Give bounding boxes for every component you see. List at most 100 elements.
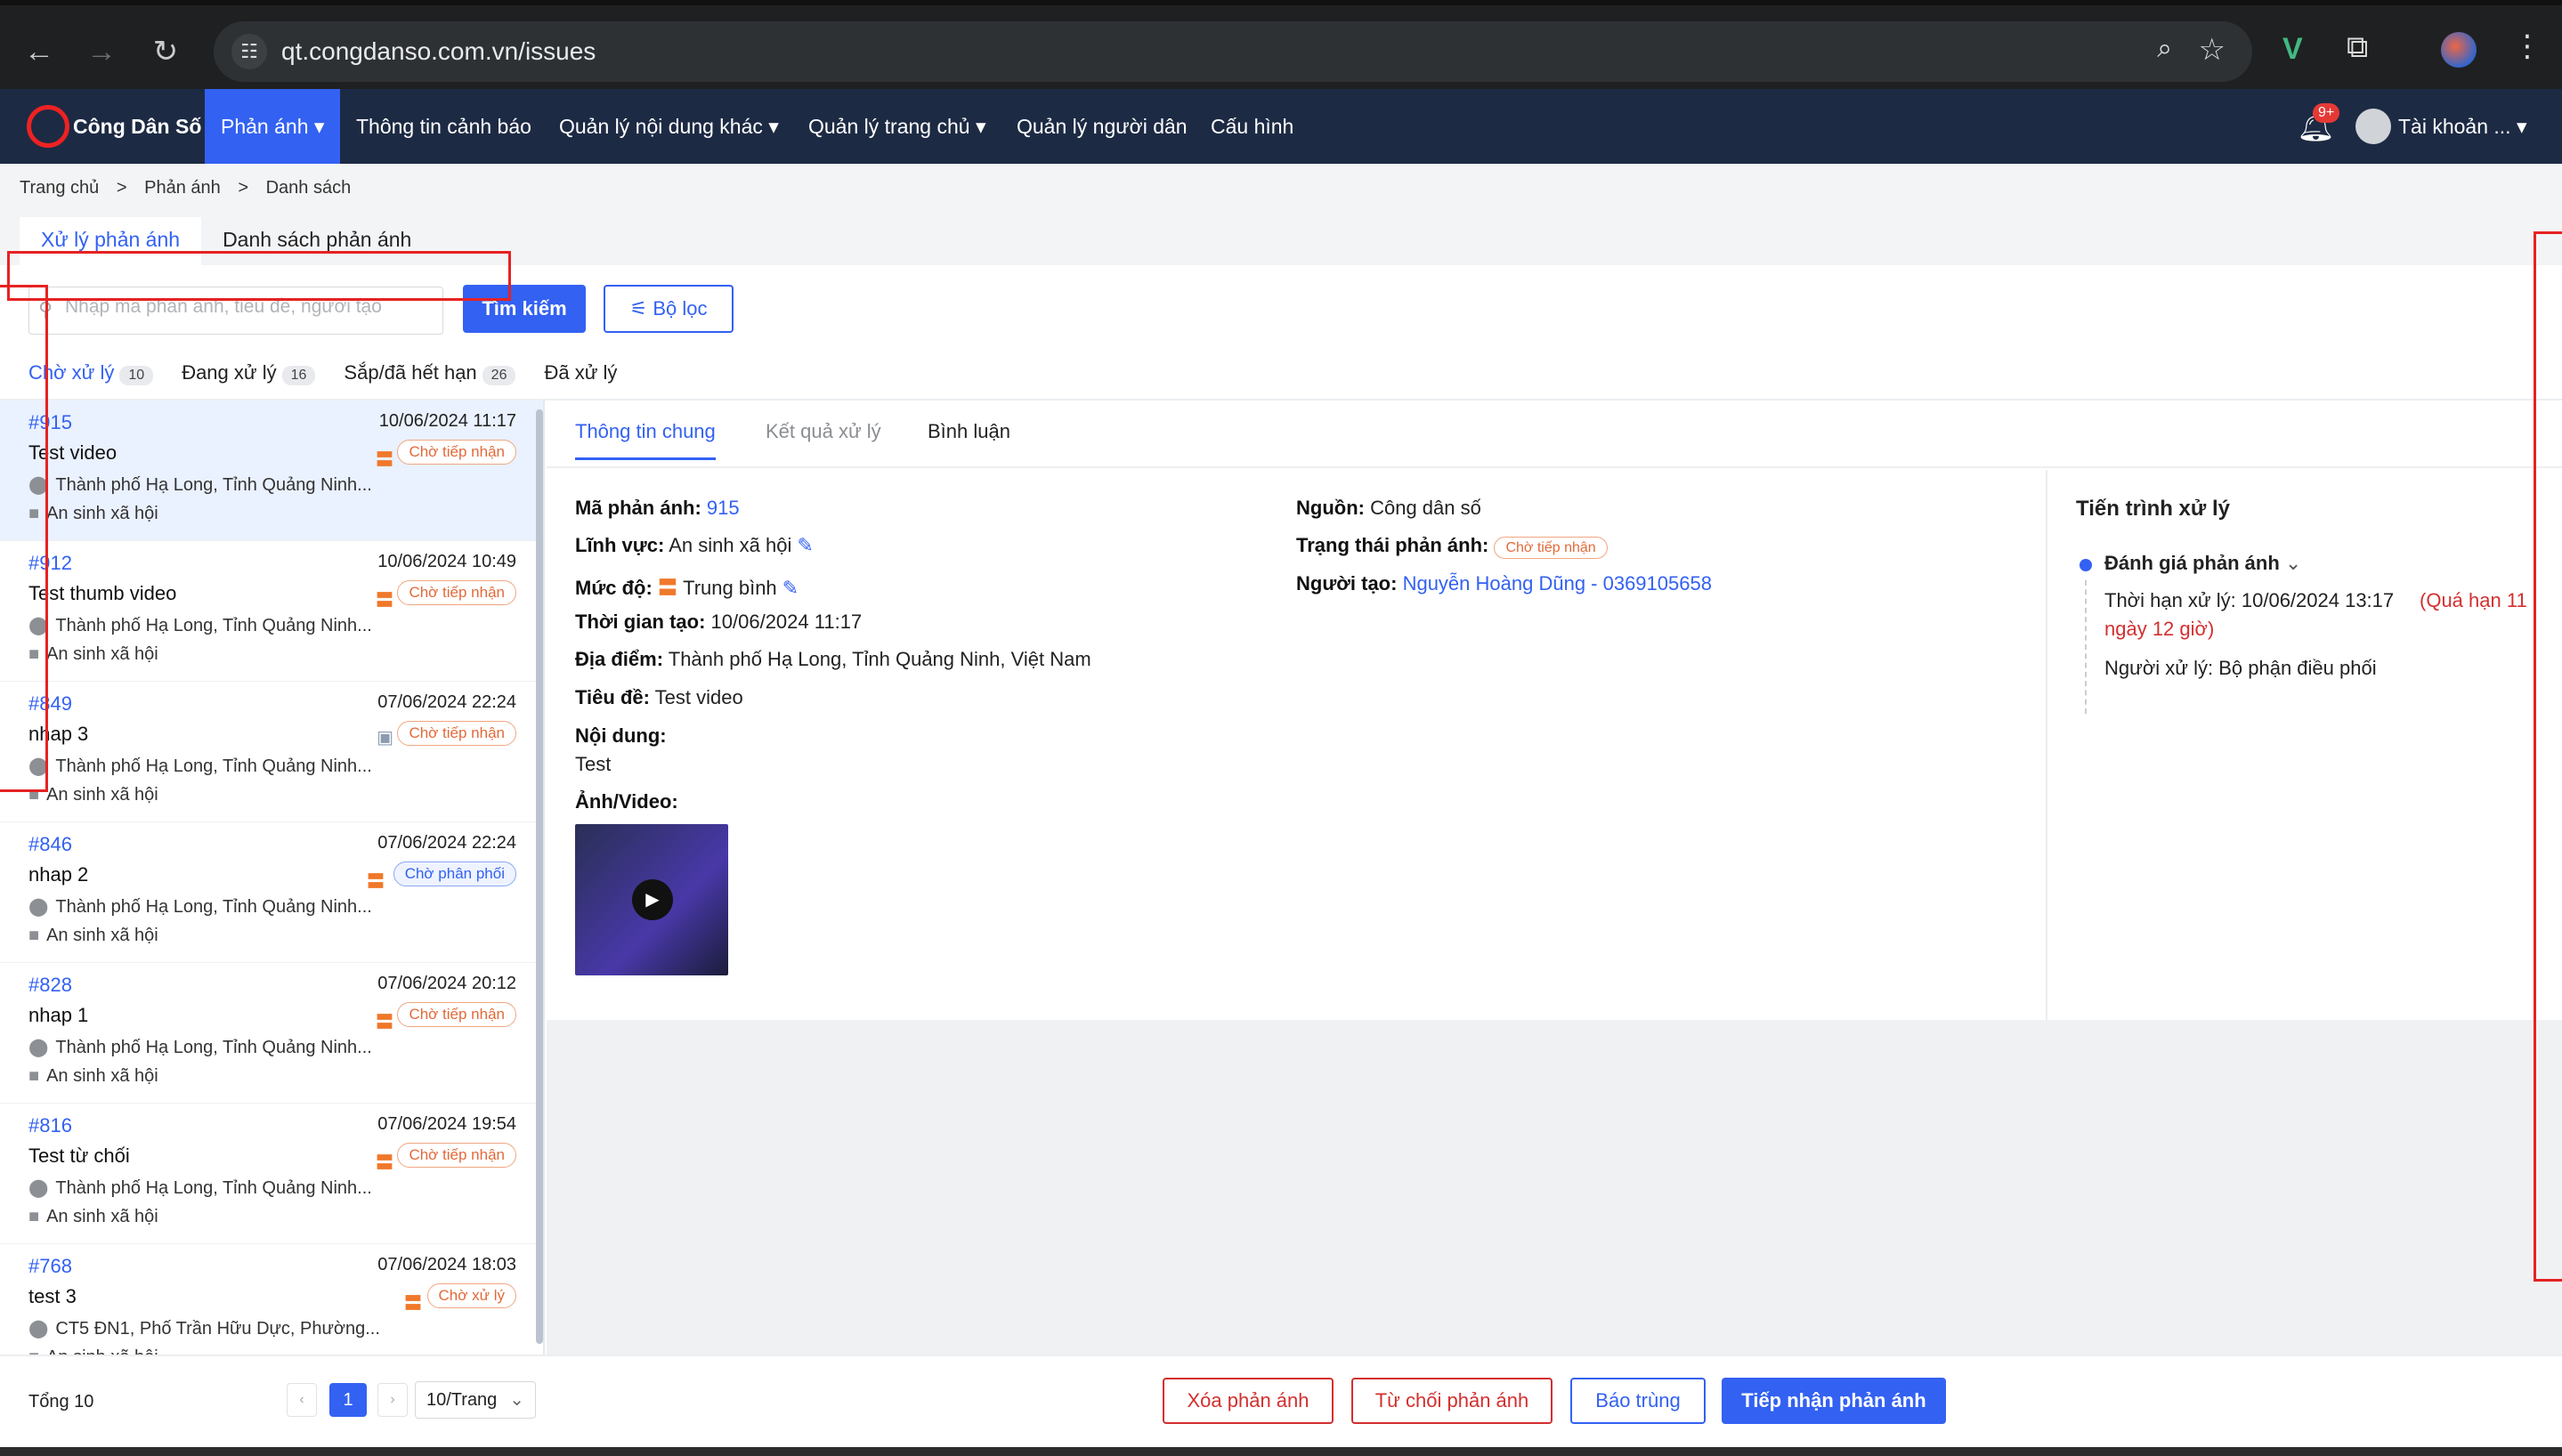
issue-date: 07/06/2024 22:24 [377, 833, 516, 853]
browser-menu-icon[interactable]: ⋮ [2512, 28, 2542, 64]
annotation-box [2534, 231, 2562, 1282]
field-label: Địa điểm: [575, 648, 664, 670]
list-scrollbar[interactable] [536, 409, 543, 1344]
field-value: Test video [654, 686, 743, 708]
site-info-icon[interactable]: ☷ [231, 34, 267, 69]
breadcrumb-phan-anh[interactable]: Phản ánh [144, 178, 221, 198]
issue-location: ⬤ CT5 ĐN1, Phố Trần Hữu Dực, Phường... [28, 1317, 402, 1339]
field-value: Trung bình [683, 577, 777, 599]
issue-date: 07/06/2024 20:12 [377, 974, 516, 993]
timeline-dot-icon [2080, 559, 2092, 571]
issue-id: #828 [28, 974, 72, 996]
list-item[interactable]: #768 07/06/2024 18:03 test 3 〓 Chờ xử lý… [0, 1244, 543, 1355]
reject-issue-button[interactable]: Từ chối phản ánh [1351, 1378, 1553, 1424]
issue-id: #816 [28, 1114, 72, 1136]
forward-icon[interactable]: → [82, 32, 121, 71]
address-bar[interactable]: ☷ qt.congdanso.com.vn/issues ⌕ ☆ [214, 21, 2252, 82]
field-linh-vuc: Lĩnh vực: An sinh xã hội ✎ [575, 534, 814, 557]
url-text[interactable]: qt.congdanso.com.vn/issues [281, 37, 596, 66]
chevron-down-icon: ⌄ [2284, 552, 2302, 574]
location-text: Thành phố Hạ Long, Tỉnh Quảng Ninh... [55, 475, 372, 495]
issue-category: ■ An sinh xã hội [28, 1066, 158, 1087]
zoom-icon[interactable]: ⌕ [2157, 34, 2172, 64]
account-menu[interactable]: Tài khoản ... ▾ [2398, 89, 2527, 164]
browser-profile-icon[interactable] [2441, 32, 2477, 68]
video-thumbnail[interactable]: ▶ [575, 824, 728, 975]
tab-thong-tin-chung[interactable]: Thông tin chung [575, 420, 716, 460]
tab-binh-luan[interactable]: Bình luận [928, 420, 1010, 443]
tab-label: Đã xử lý [544, 361, 618, 384]
edit-pencil-icon[interactable]: ✎ [782, 577, 799, 599]
avatar[interactable] [2355, 109, 2391, 144]
filter-icon: ⚟ [629, 297, 653, 320]
issue-location: ⬤ Thành phố Hạ Long, Tỉnh Quảng Ninh... [28, 1177, 402, 1199]
detail-tabs: Thông tin chung Kết quả xử lý Bình luận [547, 400, 2562, 468]
issue-date: 07/06/2024 19:54 [377, 1114, 516, 1134]
list-item[interactable]: #846 07/06/2024 22:24 nhap 2 〓 Chờ phân … [0, 822, 543, 963]
nav-quan-ly-trang-chu[interactable]: Quản lý trang chủ ▾ [792, 89, 1002, 164]
progress-step[interactable]: Đánh giá phản ánh ⌄ [2104, 552, 2301, 575]
nav-cau-hinh[interactable]: Cấu hình [1195, 89, 1309, 164]
vue-devtools-icon[interactable]: V [2282, 32, 2303, 67]
list-item[interactable]: #912 10/06/2024 10:49 Test thumb video 〓… [0, 541, 543, 682]
back-icon[interactable]: ← [20, 32, 59, 71]
breadcrumb-home[interactable]: Trang chủ [20, 178, 99, 198]
logo-text: Công Dân Số [73, 114, 202, 138]
tab-ket-qua-xu-ly[interactable]: Kết quả xử lý [766, 420, 881, 443]
edit-pencil-icon[interactable]: ✎ [797, 534, 813, 556]
issue-date: 10/06/2024 11:17 [378, 411, 516, 431]
pagination-prev[interactable]: ‹ [287, 1383, 317, 1417]
status-badge: Chờ tiếp nhận [397, 440, 516, 465]
list-item[interactable]: #828 07/06/2024 20:12 nhap 1 〓 Chờ tiếp … [0, 963, 543, 1104]
app-logo[interactable]: Công Dân Số [27, 103, 201, 150]
tab-count: 26 [482, 366, 516, 385]
field-label: Trạng thái phản ánh: [1296, 534, 1489, 556]
nav-quan-ly-noi-dung-khac[interactable]: Quản lý nội dung khác ▾ [543, 89, 795, 164]
priority-icon: 〓 [376, 1153, 393, 1173]
field-label: Mã phản ánh: [575, 497, 701, 519]
field-thoi-gian-tao: Thời gian tạo: 10/06/2024 11:17 [575, 611, 862, 634]
nav-quan-ly-nguoi-dan[interactable]: Quản lý người dân [1001, 89, 1204, 164]
main-panel: ⚲ Tìm kiếm ⚟ Bộ lọc Chờ xử lý10 Đang xử … [0, 265, 2562, 1456]
field-value: 915 [706, 497, 740, 519]
location-text: Thành phố Hạ Long, Tỉnh Quảng Ninh... [55, 1038, 372, 1057]
issue-title: test 3 [28, 1285, 77, 1307]
list-item[interactable]: #915 10/06/2024 11:17 Test video 〓 Chờ t… [0, 400, 543, 541]
location-text: Thành phố Hạ Long, Tỉnh Quảng Ninh... [55, 1178, 372, 1198]
category-text: An sinh xã hội [46, 785, 158, 805]
nav-thong-tin-canh-bao[interactable]: Thông tin cảnh báo [340, 89, 547, 164]
field-anh-video: Ảnh/Video: [575, 790, 678, 813]
list-item[interactable]: #816 07/06/2024 19:54 Test từ chối 〓 Chờ… [0, 1104, 543, 1244]
tab-count: 10 [119, 366, 154, 385]
timeline-line [2085, 580, 2087, 714]
delete-issue-button[interactable]: Xóa phản ánh [1163, 1378, 1334, 1424]
creator-link[interactable]: Nguyễn Hoàng Dũng - 0369105658 [1403, 572, 1712, 595]
filter-button[interactable]: ⚟ Bộ lọc [604, 285, 734, 333]
detail-panel: Mã phản ánh: 915 Lĩnh vực: An sinh xã hộ… [547, 470, 2046, 1020]
chevron-down-icon: ⌄ [509, 1390, 524, 1410]
duplicate-report-button[interactable]: Báo trùng [1570, 1378, 1706, 1424]
reload-icon[interactable]: ↻ [146, 32, 185, 71]
field-nguon: Nguồn: Công dân số [1296, 497, 1481, 520]
issue-location: ⬤ Thành phố Hạ Long, Tỉnh Quảng Ninh... [28, 473, 402, 496]
issue-title: nhap 1 [28, 1004, 89, 1026]
field-value: Thành phố Hạ Long, Tỉnh Quảng Ninh, Việt… [668, 648, 1091, 670]
total-count: Tổng 10 [28, 1392, 94, 1412]
pagination-next[interactable]: › [377, 1383, 408, 1417]
bookmark-star-icon[interactable]: ☆ [2199, 32, 2226, 68]
pagination-page[interactable]: 1 [329, 1383, 367, 1417]
extensions-icon[interactable]: ⧉ [2347, 30, 2368, 65]
page-size-select[interactable]: 10/Trang ⌄ [415, 1381, 536, 1419]
issue-category: ■ An sinh xã hội [28, 1347, 158, 1355]
priority-icon: 〓 [376, 1013, 393, 1032]
play-icon[interactable]: ▶ [632, 879, 673, 920]
nav-phan-anh[interactable]: Phản ánh ▾ [205, 89, 341, 164]
accept-issue-button[interactable]: Tiếp nhận phản ánh [1722, 1378, 1946, 1424]
priority-icon: 〓 [376, 591, 393, 611]
issue-location: ⬤ Thành phố Hạ Long, Tỉnh Quảng Ninh... [28, 755, 402, 777]
list-item[interactable]: #849 07/06/2024 22:24 nhap 3 ▣ Chờ tiếp … [0, 682, 543, 822]
progress-handler: Người xử lý: Bộ phận điều phối [2104, 657, 2377, 679]
chevron-right-icon: › [390, 1392, 395, 1407]
location-pin-icon: ⬤ [28, 1038, 49, 1057]
folder-icon: ■ [28, 1066, 40, 1086]
